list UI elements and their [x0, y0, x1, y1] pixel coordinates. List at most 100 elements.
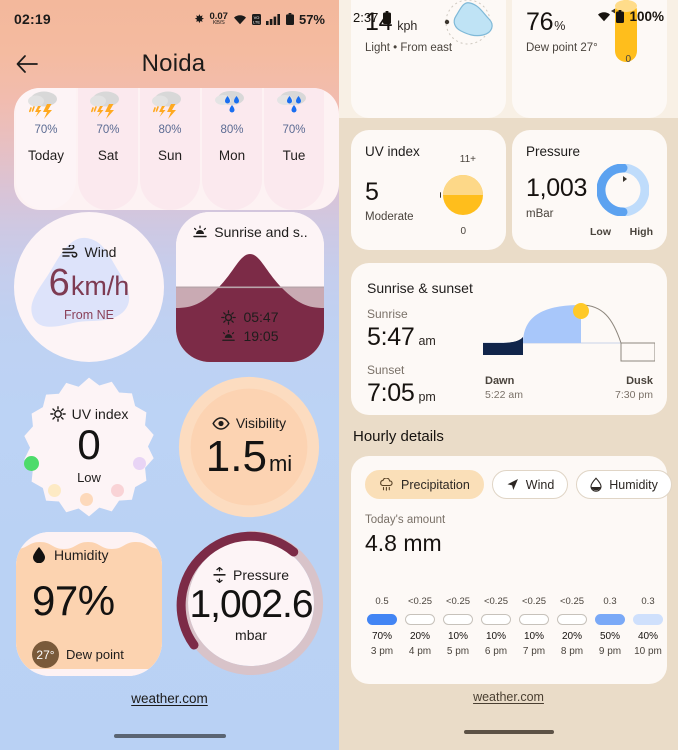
todays-amount-label: Today's amount: [365, 514, 446, 526]
hourly-amount: 0.5: [375, 596, 389, 607]
pressure-gauge-low-label: Low: [590, 226, 611, 238]
hourly-time: 8 pm: [560, 646, 584, 657]
hourly-percent: 10%: [485, 631, 506, 642]
pressure-unit: mbar: [235, 627, 267, 644]
droplet-outline-icon: [590, 477, 602, 492]
uv-dot-pink: [111, 484, 124, 497]
right-uv-level: Moderate: [365, 211, 414, 223]
uv-value: 0: [77, 420, 101, 468]
right-sunrise-time: 5:47: [367, 323, 415, 351]
forecast-day-tue[interactable]: 70% Tue: [264, 88, 324, 210]
forecast-day-sun[interactable]: 80% Sun: [140, 88, 200, 210]
network-speed-indicator: 0.07 KB/S: [209, 11, 228, 27]
dawn-label: Dawn: [485, 375, 515, 387]
hourly-amount: <0.25: [521, 596, 547, 607]
wind-card[interactable]: Wind 6 km/h From NE: [14, 212, 164, 362]
right-sun-card[interactable]: Sunrise & sunset Sunrise 5:47 am Sunset …: [351, 263, 667, 415]
right-humidity-unit: %: [554, 19, 566, 33]
hourly-column[interactable]: <0.25 20% 4 pm: [401, 596, 439, 657]
forecast-day-today[interactable]: 70% Today: [16, 88, 76, 210]
hourly-percent: 20%: [409, 631, 430, 642]
visibility-value-group: 1.5 mi: [206, 435, 292, 479]
tab-humidity[interactable]: Humidity: [576, 470, 672, 499]
tab-wind[interactable]: Wind: [491, 470, 569, 499]
right-uv-card[interactable]: UV index 5 Moderate 11+ 0: [351, 130, 506, 250]
uv-index-card[interactable]: UV index 0 Low: [16, 374, 162, 520]
right-pressure-value: 1,003: [526, 174, 588, 202]
sim-icon: VO LTE: [251, 13, 261, 25]
hourly-column[interactable]: <0.25 20% 8 pm: [553, 596, 591, 657]
sunset-time: 19:05: [243, 328, 279, 344]
right-sunset-time: 7:05: [367, 379, 415, 407]
hourly-bar: [367, 614, 397, 625]
battery-percent: 100%: [629, 9, 664, 24]
dual-screenshot-container: 02:19 ✸ 0.07 KB/S VO LTE 57% Noida 70% T…: [0, 0, 678, 750]
wind-value-group: 6 km/h: [49, 264, 130, 302]
forecast-label: Sat: [97, 148, 119, 163]
uv-dot-cream: [48, 484, 61, 497]
hourly-percent: 20%: [561, 631, 582, 642]
sunrise-sunset-card[interactable]: Sunrise and s.. 05:47 19:05: [176, 212, 324, 362]
sunrise-row: 05:47: [221, 309, 279, 325]
hourly-column[interactable]: 0.5 70% 3 pm: [363, 596, 401, 657]
hourly-bar: [443, 614, 473, 625]
hourly-tab-row[interactable]: Precipitation Wind Humidity: [365, 470, 672, 499]
svg-text:LTE: LTE: [253, 19, 260, 24]
forecast-day-sat[interactable]: 70% Sat: [78, 88, 138, 210]
humidity-gauge-min: 0: [625, 54, 631, 65]
sunrise-label: Sunrise: [367, 307, 408, 321]
dawn-time: 5:22 am: [485, 389, 523, 401]
forecast-day-mon[interactable]: 80% Mon: [202, 88, 262, 210]
hourly-details-heading: Hourly details: [353, 428, 444, 445]
hourly-precip-chart[interactable]: 0.5 70% 3 pm <0.25 20% 4 pm <0.25 10% 5 …: [363, 596, 667, 657]
hourly-column[interactable]: <0.25 10% 6 pm: [477, 596, 515, 657]
network-speed-unit: KB/S: [212, 20, 225, 26]
right-status-clock-group: 2:37: [353, 10, 392, 25]
weather-com-link[interactable]: weather.com: [473, 690, 544, 704]
hourly-details-card[interactable]: Precipitation Wind Humidity Today's amou…: [351, 456, 672, 684]
hourly-amount: 0.3: [603, 596, 617, 607]
right-footer: weather.com: [339, 688, 678, 706]
sun-icon: [221, 309, 237, 325]
wind-direction: From NE: [64, 308, 114, 322]
home-indicator[interactable]: [463, 730, 554, 734]
bluetooth-icon: ✸: [194, 12, 205, 26]
daily-forecast-strip[interactable]: 70% Today 70% Sat 80% Sun 80% Mon 70% Tu…: [14, 88, 339, 210]
uv-sun-gauge: [436, 172, 486, 223]
sunset-icon: [222, 329, 236, 341]
pressure-card[interactable]: Pressure 1,002.6 mbar: [176, 528, 326, 678]
right-pressure-card[interactable]: Pressure 1,003 mBar Low High: [512, 130, 667, 250]
forecast-precip: 70%: [282, 124, 306, 136]
forecast-precip: 80%: [220, 124, 244, 136]
hourly-column[interactable]: <0.25 10% 7 pm: [515, 596, 553, 657]
humidity-card[interactable]: Humidity 97% 27° Dew point: [16, 532, 162, 676]
sunrise-time: 05:47: [243, 309, 279, 325]
left-footer: weather.com: [0, 690, 339, 708]
forecast-label: Sun: [157, 148, 183, 163]
forecast-precip: 80%: [158, 124, 182, 136]
pressure-icon: [213, 566, 226, 583]
dusk-time: 7:30 pm: [615, 389, 653, 401]
weather-com-link[interactable]: weather.com: [131, 691, 208, 706]
forecast-label: Mon: [218, 148, 246, 163]
home-indicator[interactable]: [113, 734, 226, 738]
hourly-column[interactable]: 0.3 50% 9 pm: [591, 596, 629, 657]
hourly-amount: <0.25: [407, 596, 433, 607]
sun-times-group: 05:47 19:05: [176, 309, 324, 344]
hourly-bar: [405, 614, 435, 625]
right-sunrise-ampm: am: [418, 334, 436, 348]
humidity-card-header: Humidity: [32, 546, 146, 563]
sunset-label: Sunset: [367, 363, 405, 377]
uv-dot-green: [24, 456, 39, 471]
hourly-column[interactable]: <0.25 10% 5 pm: [439, 596, 477, 657]
wind-speed-value: 6: [48, 262, 70, 304]
hourly-column[interactable]: 0.3 40% 10 pm: [629, 596, 667, 657]
battery-icon: [616, 10, 625, 23]
visibility-card[interactable]: Visibility 1.5 mi: [176, 374, 322, 520]
pressure-dial-gauge: [596, 163, 650, 221]
tab-precipitation[interactable]: Precipitation: [365, 470, 484, 499]
humidity-value: 97%: [32, 577, 115, 624]
uv-level: Low: [77, 469, 101, 485]
humidity-card-title: Humidity: [54, 546, 109, 563]
wind-speed-unit: km/h: [70, 271, 130, 301]
